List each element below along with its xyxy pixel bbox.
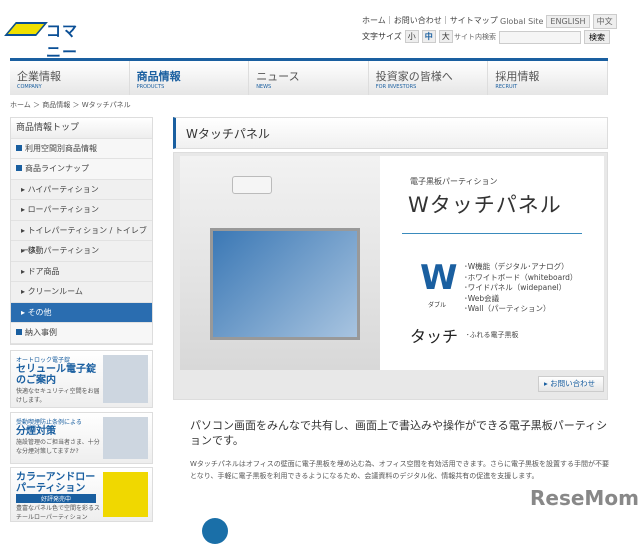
font-medium[interactable]: 中: [421, 30, 436, 43]
sidebar-subitem-selected[interactable]: ▸ その他: [11, 302, 152, 323]
sidebar: 商品情報トップ 利用空間別商品情報 商品ラインナップ ▸ ハイパーティション ▸…: [10, 117, 153, 345]
nav-recruit[interactable]: 採用情報 RECRUIT: [488, 61, 608, 95]
sidebar-subitem[interactable]: ▸ ドア商品: [11, 261, 152, 282]
banner-partition[interactable]: カラーアンドローパーティション 好評発売中 豊富なパネル色で空間を彩るスチールローパ…: [10, 467, 153, 522]
sidebar-subitem[interactable]: ▸ クリーンルーム: [11, 282, 152, 303]
partition-image: [103, 472, 148, 517]
sidebar-subitem[interactable]: ▸ ハイパーティション: [11, 179, 152, 200]
nav-company[interactable]: 企業情報 COMPANY: [10, 61, 130, 95]
feature-list: ･W機能（デジタル･アナログ） ･ホワイトボード（whiteboard） ･ワイドパ…: [464, 262, 578, 313]
banner-smoking[interactable]: 受動喫煙防止条例による 分煙対策 施設管理のご担当者さま、十分な分煙対策してますか?: [10, 412, 153, 464]
page-title: Wタッチパネル: [173, 117, 608, 149]
sidebar-subitem[interactable]: ▸ トイレパーティション / トイレブース: [11, 220, 152, 255]
watermark: ReseMom: [530, 486, 639, 510]
global-nav: 企業情報 COMPANY 商品情報 PRODUCTS ニュース NEWS 投資家の皆様…: [10, 58, 608, 95]
top-links[interactable]: ホーム｜お問い合わせ｜サイトマップ: [362, 15, 498, 26]
w-logo: W: [420, 258, 458, 298]
body-text: Wタッチパネルはオフィスの壁面に電子黒板を埋め込む為、オフィス空間を有効活用でき…: [190, 460, 609, 480]
banner-lock[interactable]: オートロック電子錠 セリュール電子錠のご案内 快適なセキュリティ空間をお届けします。: [10, 350, 153, 408]
search-button[interactable]: 検索: [584, 30, 610, 44]
sidebar-item-top[interactable]: 商品情報トップ: [11, 118, 152, 139]
logo[interactable]: コマニー: [4, 18, 90, 61]
contact-button[interactable]: ▸ お問い合わせ: [538, 376, 604, 392]
whiteboard-screen-image: [210, 228, 360, 340]
font-small[interactable]: 小: [404, 30, 419, 43]
room-image: [103, 417, 148, 459]
square-icon: [16, 165, 22, 171]
nav-products[interactable]: 商品情報 PRODUCTS: [130, 61, 250, 95]
square-icon: [16, 144, 22, 151]
search-input[interactable]: [499, 30, 581, 44]
square-icon: [16, 329, 22, 335]
logo-mark-icon: [4, 22, 48, 36]
product-name: Wタッチパネル: [408, 193, 562, 217]
nav-news[interactable]: ニュース NEWS: [249, 61, 369, 95]
lead-text: パソコン画面をみんなで共有し、画面上で書込みや操作ができる電子黒板パーティション…: [190, 419, 608, 447]
circle-icon: [202, 518, 228, 544]
breadcrumb[interactable]: ホーム ＞ 商品情報 ＞ Wタッチパネル: [10, 100, 131, 110]
sidebar-item[interactable]: 利用空間別商品情報: [11, 138, 152, 159]
sidebar-subitem[interactable]: ▸ ローパーティション: [11, 200, 152, 221]
lock-image: [103, 355, 148, 403]
touch-label: タッチ: [410, 327, 459, 346]
sidebar-item[interactable]: 納入事例: [11, 323, 152, 344]
site-search: サイト内検索 検索: [454, 30, 610, 44]
nav-investors[interactable]: 投資家の皆様へ FOR INVESTORS: [369, 61, 489, 95]
chinese-link[interactable]: 中文: [592, 14, 617, 29]
global-site: Global Site ENGLISH 中文: [500, 14, 617, 29]
sidebar-subitem[interactable]: ▸ 移動パーティション: [11, 241, 152, 262]
font-large[interactable]: 大: [438, 30, 453, 43]
font-size-control: 文字サイズ小中大: [362, 30, 453, 43]
divider: [402, 233, 582, 234]
sidebar-item[interactable]: 商品ラインナップ: [11, 159, 152, 180]
touch-desc: ･ふれる電子黒板: [466, 331, 519, 339]
w-caption: ダブル: [428, 302, 447, 309]
english-link[interactable]: ENGLISH: [546, 15, 590, 28]
projector-image: [232, 176, 272, 194]
